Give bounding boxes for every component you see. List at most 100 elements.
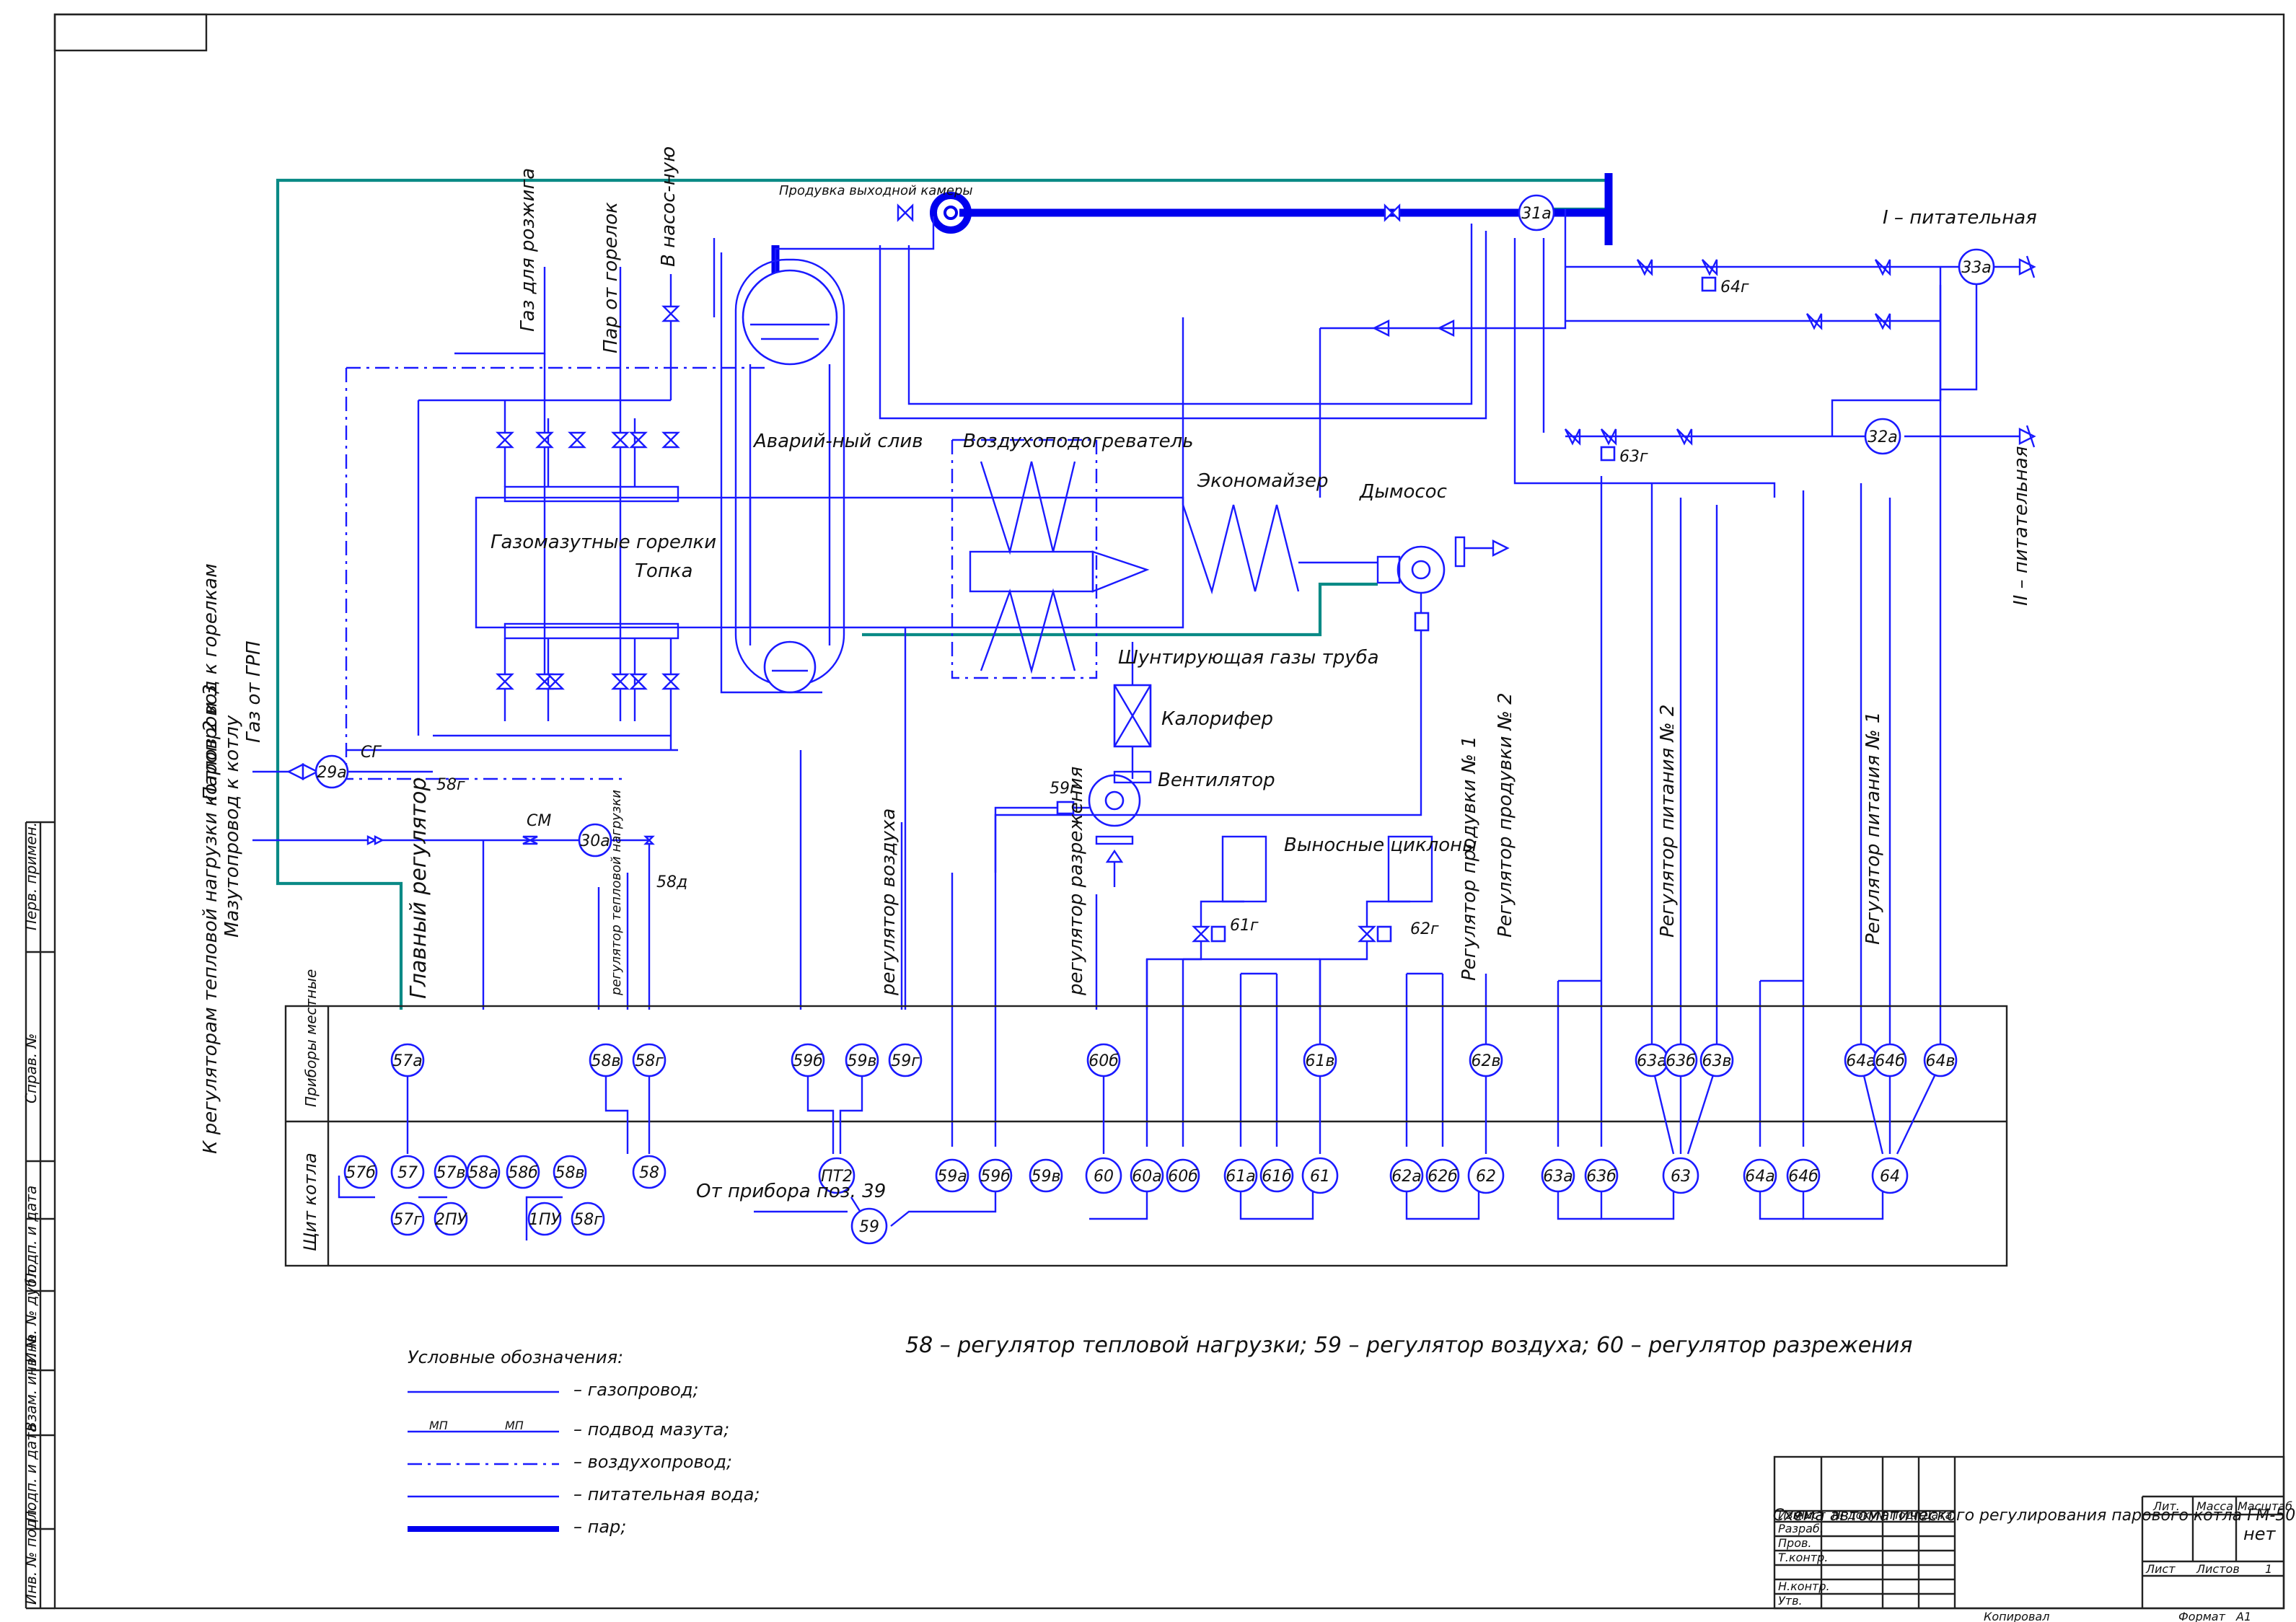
tb-row-utv: Утв. [1778,1594,1803,1608]
label-from-dev: От прибора поз. 39 [696,1181,886,1202]
board-63: 63 [1662,1157,1699,1194]
instrument-31a: 31а [1518,194,1555,232]
svg-text:1ПУ: 1ПУ [529,1211,562,1229]
label-steam-burners: Пар от горелок [600,202,622,353]
svg-text:32а: 32а [1868,428,1897,446]
svg-text:2ПУ: 2ПУ [435,1211,468,1229]
board-58: 58 [632,1155,667,1189]
tb-title: Схема автоматического регулирования паро… [1773,1507,2296,1525]
tb-row-prov: Пров. [1778,1536,1812,1550]
board-64a: 64а [1743,1158,1777,1193]
board-61: 61 [1301,1157,1339,1194]
board-60b: 60б [1166,1158,1200,1193]
panel-local-label: Приборы местные [302,969,320,1107]
label-burners: Газомазутные горелки [491,532,716,553]
svg-text:62б: 62б [1428,1168,1458,1186]
label-reg-feed1: Регулятор питания № 1 [1862,712,1884,945]
instrument-62v-local: 62в [1469,1043,1503,1077]
cyclones [1145,835,1433,1010]
board-58v: 58в [553,1155,587,1189]
label-gas-ignition: Газ для розжига [517,168,539,332]
tb-sheets-value: 1 [2265,1562,2272,1576]
svg-text:62в: 62в [1472,1052,1501,1070]
svg-text:61а: 61а [1226,1168,1255,1186]
board-64: 64 [1871,1157,1909,1194]
svg-text:64: 64 [1880,1168,1900,1186]
svg-text:62: 62 [1476,1168,1496,1186]
board-1pu: 1ПУ [527,1202,562,1236]
instrument-64v-local: 64в [1923,1043,1958,1077]
label-emergency: Аварий-ный слив [752,431,923,452]
instrument-63b-local: 63б [1663,1043,1698,1077]
svg-text:58б: 58б [508,1164,538,1182]
svg-text:59: 59 [859,1218,879,1236]
tag-58g: 58г [436,776,465,794]
tb-sheet: Лист [2145,1562,2176,1576]
legend-feed: – питательная вода; [573,1484,760,1504]
tag-sm: СМ [527,812,551,830]
tag-62g: 62г [1410,920,1439,938]
svg-text:64а: 64а [1745,1168,1774,1186]
label-to-reg: К регуляторам тепловой нагрузки котлов 2… [200,684,221,1154]
svg-text:64б: 64б [1875,1052,1905,1070]
label-furnace: Топка [635,560,692,582]
legend-title: Условные обозначения: [408,1347,623,1367]
legend-steam: – пар; [573,1517,626,1537]
svg-text:59в: 59в [1032,1168,1061,1186]
svg-text:59а: 59а [937,1168,967,1186]
label-exhauster: Дымосос [1359,481,1447,503]
svg-text:29а: 29а [317,764,346,782]
board-59v: 59в [1029,1158,1063,1193]
label-mazut-pipe: Мазутопровод к котлу [221,715,243,938]
svg-text:59г: 59г [891,1052,920,1070]
svg-text:63в: 63в [1702,1052,1732,1070]
svg-text:60б: 60б [1168,1168,1198,1186]
label-air-heater: Воздухоподогреватель [963,431,1194,452]
instrument-64b-local: 64б [1873,1043,1907,1077]
device-tags: СГ СМ 58г 58д 59г 61г 62г 63г 64г [361,278,1749,938]
instrument-58g-local: 58г [632,1043,667,1077]
svg-text:64а: 64а [1846,1052,1875,1070]
board-59b: 59б [978,1158,1013,1193]
tb-sheets: Листов [2196,1562,2240,1576]
label-reg-heat: регулятор тепловой нагрузки [609,790,624,996]
upper-drum [742,269,838,366]
label-main-reg: Главный регулятор [406,777,431,999]
boiler-control-diagram: Перв. примен. Справ. № Подп. и дата Инв.… [22,13,2296,1622]
tag-58d: 58д [656,873,687,891]
board-58a: 58а [466,1155,501,1189]
label-feed1: I – питательная [1883,207,2037,229]
main-regulator-line [276,178,1611,1010]
svg-text:57: 57 [397,1164,418,1182]
instrument-29a: 29а [315,754,349,789]
air-heater [951,438,1150,679]
board-58g: 58г [571,1202,605,1236]
title-block: Изм Лист № докум. Подп. Дата Разраб. Про… [1773,1455,2296,1622]
instrument-30a: 30а [578,823,612,858]
instrument-59b-local: 59б [791,1043,825,1077]
instrument-64a-local: 64а [1844,1043,1878,1077]
stamp-perv: Перв. примен. [22,822,40,930]
label-to-pump: В насос-ную [658,146,679,267]
feed-water-lines [879,209,2036,498]
board-59: 59 [850,1207,888,1245]
board-62a: 62а [1389,1158,1424,1193]
label-reg-vac: регулятор разрежения [1065,767,1087,996]
svg-text:58в: 58в [555,1164,585,1182]
board-63a: 63а [1541,1158,1575,1193]
board-2pu: 2ПУ [434,1202,468,1236]
svg-text:60: 60 [1094,1168,1114,1186]
svg-text:63: 63 [1671,1168,1691,1186]
instrument-61v-local: 61в [1303,1043,1337,1077]
tag-64g: 64г [1720,278,1749,296]
tb-row-nkontr: Н.контр. [1778,1579,1830,1593]
economizer [1182,317,1378,595]
board-59a: 59а [935,1158,969,1193]
svg-text:60б: 60б [1088,1052,1119,1070]
svg-text:58в: 58в [591,1052,621,1070]
board-57g: 57г [390,1202,425,1236]
lower-drum [763,640,817,694]
tb-scale-value: нет [2243,1524,2276,1544]
svg-text:61: 61 [1310,1168,1330,1186]
stamp-vzam: Взам. инв. № [22,1334,40,1432]
